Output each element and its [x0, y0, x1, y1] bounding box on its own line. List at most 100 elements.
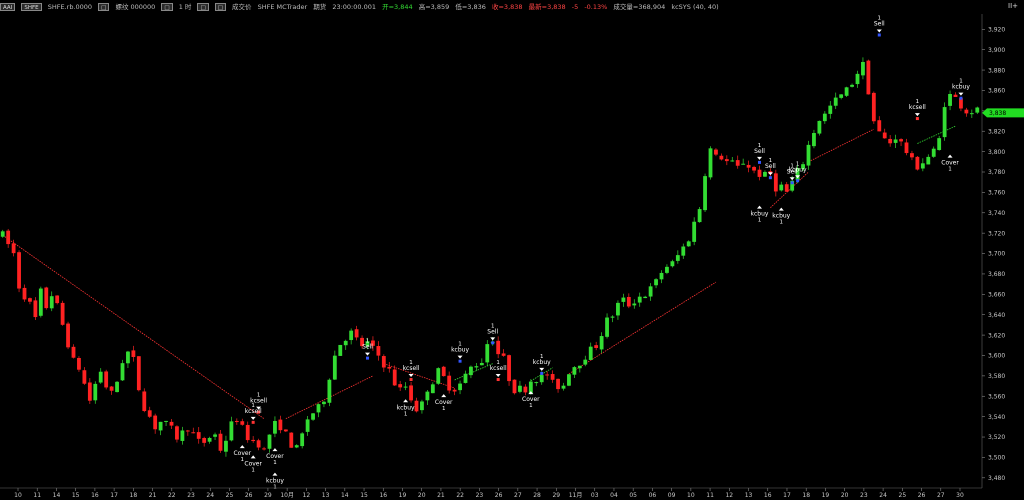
candle-body [469, 366, 473, 376]
candle-body [904, 142, 909, 154]
candle-body [104, 371, 109, 388]
candle-body [757, 169, 762, 177]
trade-signals: 1kcsell1kcsellCover1Cover1Cover1kcbuy11S… [233, 15, 970, 490]
candle-body [283, 429, 288, 432]
signal-cover: Cover1 [244, 455, 262, 473]
candle-body [752, 166, 756, 171]
signal-kcbuy: 1kcbuy [451, 342, 469, 363]
candle-body [131, 350, 136, 357]
candle-body [44, 287, 49, 309]
candle-body [659, 272, 664, 280]
time-tick-label: 26 [245, 492, 253, 499]
last-price-label: 3,838 [989, 110, 1006, 117]
candle-body [899, 139, 903, 142]
candle-body [305, 419, 310, 432]
candle-body [861, 61, 865, 76]
candle-body [458, 383, 462, 391]
signal-marker [496, 378, 500, 382]
candle-body [708, 148, 713, 178]
candle-body [349, 330, 354, 341]
candle-body [392, 369, 397, 386]
price-tick-label: 3,740 [988, 210, 1005, 217]
signal-kcsell: 1kcsell [403, 360, 420, 382]
signal-marker [959, 96, 963, 100]
signal-qty: 1 [529, 403, 533, 409]
signal-arrow-down-icon [408, 374, 414, 378]
price-axis[interactable]: 3,9203,9003,8803,8603,8403,8203,8003,780… [981, 14, 1024, 488]
time-tick-label: 17 [783, 492, 791, 499]
signal-arrow-up-icon [947, 154, 953, 158]
candle-body [501, 353, 506, 356]
candle-body [833, 97, 838, 106]
trend-line [917, 125, 956, 144]
price-tick-label: 3,900 [988, 47, 1005, 54]
candle-body [441, 366, 446, 377]
time-tick-label: 22 [456, 492, 464, 499]
candle-body [561, 385, 566, 389]
candle-body [322, 401, 326, 405]
candle-body [33, 300, 38, 318]
candle-body [697, 209, 702, 223]
signal-label: kcbuy [789, 166, 807, 173]
time-tick-label: 19 [822, 492, 830, 499]
signal-sell: 1Sell [754, 143, 765, 164]
time-tick-label: 21 [149, 492, 157, 499]
candle-body [714, 149, 718, 155]
candle-body [224, 440, 228, 452]
candle-body [387, 366, 392, 369]
signal-arrow-down-icon [250, 416, 256, 420]
candle-body [327, 379, 332, 403]
price-tick-label: 3,500 [988, 455, 1005, 462]
time-tick-label: 28 [533, 492, 541, 499]
candle-body [115, 381, 119, 393]
signal-label: kcsell [490, 365, 507, 372]
candle-body [556, 378, 560, 390]
time-tick-label: 29 [264, 492, 272, 499]
time-tick-label: 10月 [280, 492, 294, 499]
time-tick-label: 03 [591, 492, 599, 499]
time-tick-label: 26 [495, 492, 503, 499]
price-tick-label: 3,860 [988, 88, 1005, 95]
signal-label: kcbuy [533, 359, 551, 366]
candle-body [763, 171, 767, 177]
candle-body [567, 374, 571, 386]
candle-body [82, 370, 87, 384]
candle-body [953, 94, 958, 97]
candle-body [975, 107, 980, 113]
time-tick-label: 29 [552, 492, 560, 499]
time-tick-label: 20 [418, 492, 426, 499]
candle-body [381, 356, 386, 368]
candle-body [55, 295, 60, 304]
time-tick-label: 12 [303, 492, 311, 499]
signal-arrow-down-icon [457, 355, 463, 359]
signal-arrow-down-icon [365, 352, 370, 356]
candle-body [436, 368, 441, 384]
candle-body [49, 296, 54, 309]
candle-body [969, 113, 974, 115]
candle-body [675, 255, 680, 261]
candle-body [779, 184, 784, 191]
signal-label: Cover [435, 399, 453, 406]
candle-body [686, 241, 691, 247]
time-tick-label: 13 [322, 492, 330, 499]
candle-body [425, 391, 430, 401]
candle-body [60, 302, 65, 325]
candle-body [523, 386, 528, 393]
candle-body [202, 438, 207, 443]
signal-label: kcbuy [451, 347, 469, 354]
candle-body [71, 346, 76, 358]
candle-body [871, 92, 876, 122]
time-axis[interactable]: 10 11 14 15 16 17 18 21 22 23 24 25 26 29 10月 12 13 14 15 1… [0, 487, 982, 499]
candle-body [251, 439, 256, 442]
candle-body [93, 383, 98, 401]
price-tick-label: 3,700 [988, 251, 1005, 258]
candle-body [164, 420, 168, 422]
time-tick-label: 23 [187, 492, 195, 499]
time-tick-label: 11 [33, 492, 41, 499]
signal-qty: 1 [251, 467, 255, 473]
candle-body [234, 420, 239, 423]
candle-body [185, 430, 190, 432]
time-tick-label: 25 [899, 492, 907, 499]
signal-cover: Cover1 [941, 154, 959, 173]
time-tick-label: 22 [168, 492, 176, 499]
